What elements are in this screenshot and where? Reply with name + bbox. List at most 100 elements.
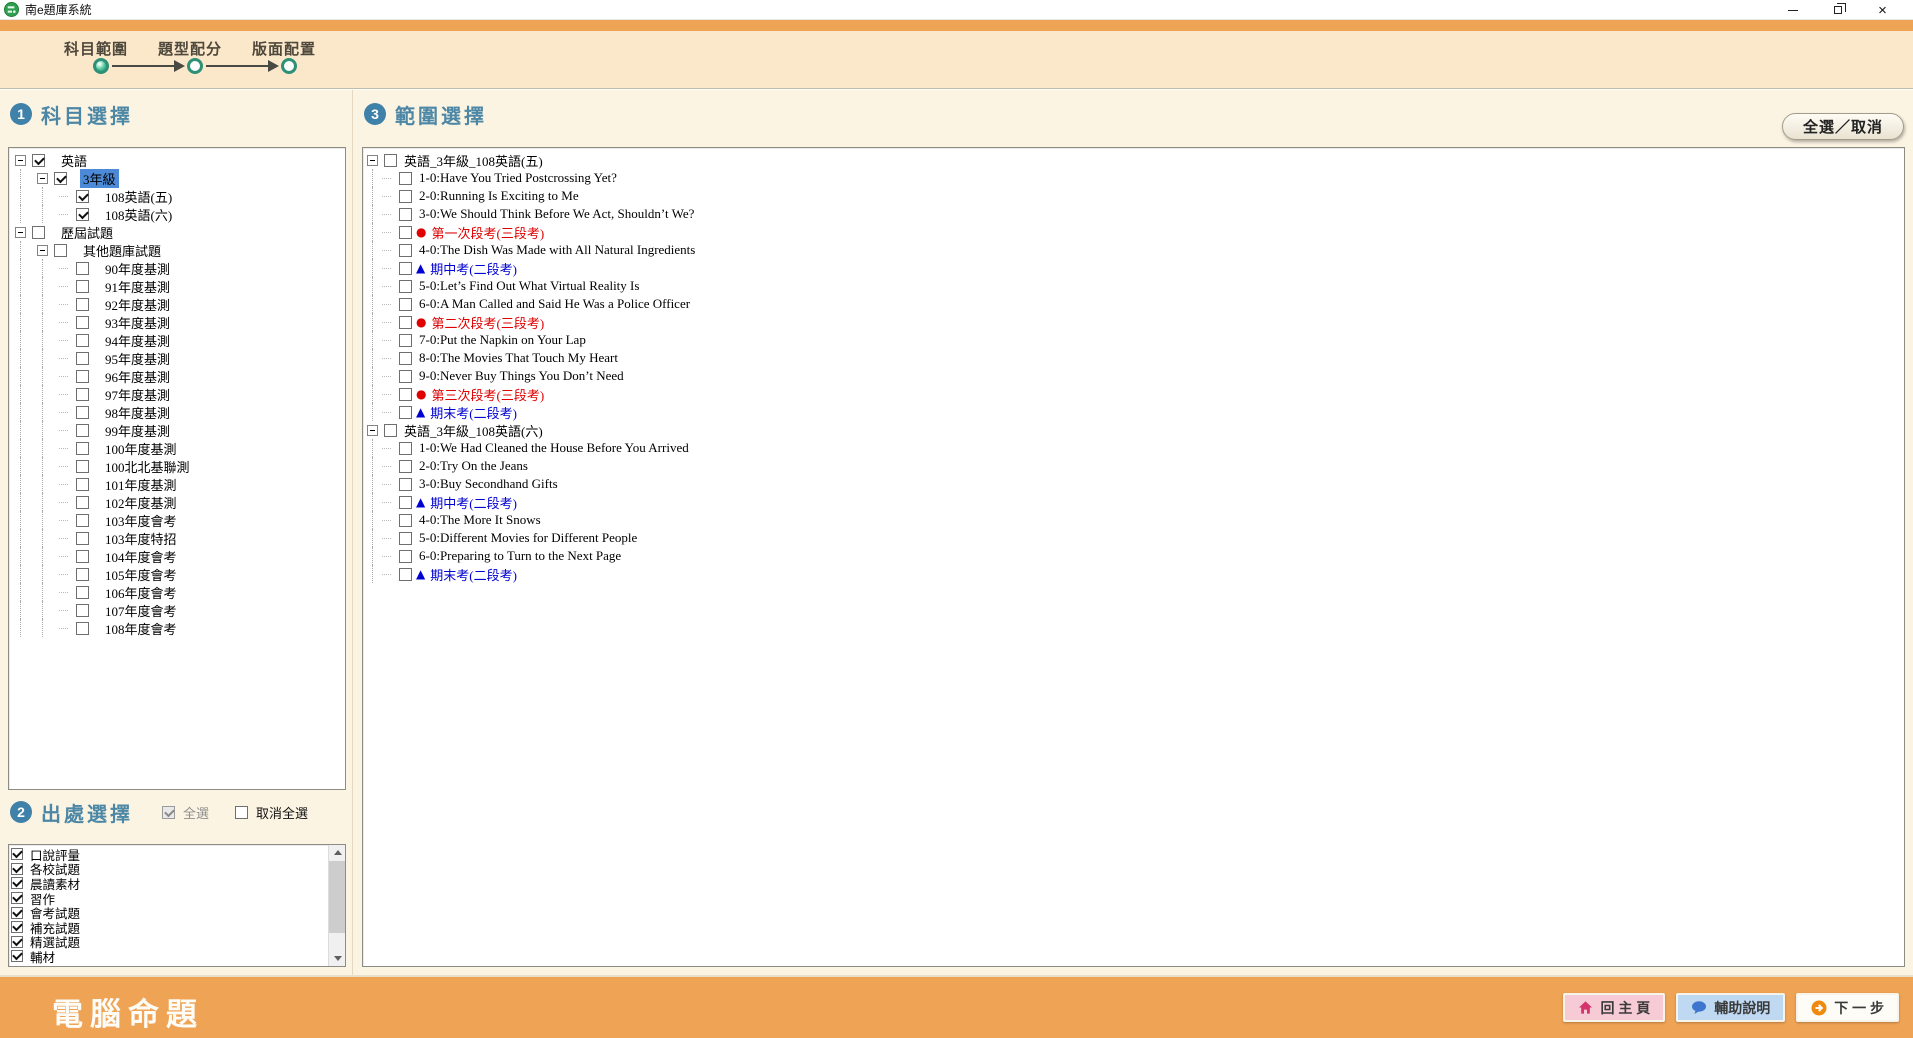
source-list-item[interactable]: 精選試題: [11, 935, 345, 950]
restore-button[interactable]: [1815, 0, 1860, 20]
checkbox-unchecked[interactable]: [399, 442, 412, 455]
checkbox-unchecked[interactable]: [76, 406, 89, 419]
scrollbar-down-button[interactable]: [329, 951, 346, 966]
tree-row[interactable]: 英語_3年級_108英語(五): [367, 151, 1904, 169]
tree-row[interactable]: ▲期末考(二段考): [367, 403, 1904, 421]
tree-row[interactable]: 英語: [15, 151, 345, 169]
select-all-checkbox-checked-disabled[interactable]: [162, 806, 175, 819]
tree-row[interactable]: 90年度基測: [15, 259, 345, 277]
tree-row[interactable]: 100年度基測: [15, 439, 345, 457]
checkbox-unchecked[interactable]: [399, 532, 412, 545]
tree-row[interactable]: 105年度會考: [15, 565, 345, 583]
expand-collapse-icon[interactable]: [367, 425, 378, 436]
tree-row[interactable]: ▲期中考(二段考): [367, 493, 1904, 511]
tree-row[interactable]: 2-0:Try On the Jeans: [367, 457, 1904, 475]
tree-row[interactable]: 99年度基測: [15, 421, 345, 439]
checkbox-unchecked[interactable]: [399, 550, 412, 563]
checkbox-checked[interactable]: [11, 936, 23, 948]
checkbox-unchecked[interactable]: [76, 262, 89, 275]
step-circle-3[interactable]: [281, 58, 297, 74]
tree-row[interactable]: 102年度基測: [15, 493, 345, 511]
checkbox-checked[interactable]: [11, 877, 23, 889]
checkbox-unchecked[interactable]: [399, 478, 412, 491]
checkbox-unchecked[interactable]: [399, 298, 412, 311]
tree-row[interactable]: 歷屆試題: [15, 223, 345, 241]
tree-row[interactable]: 91年度基測: [15, 277, 345, 295]
checkbox-unchecked[interactable]: [399, 334, 412, 347]
tree-row[interactable]: ▲期末考(二段考): [367, 565, 1904, 583]
checkbox-checked[interactable]: [54, 172, 67, 185]
checkbox-unchecked[interactable]: [76, 586, 89, 599]
checkbox-unchecked[interactable]: [399, 496, 412, 509]
scrollbar-thumb[interactable]: [329, 861, 346, 933]
close-button[interactable]: ×: [1860, 0, 1905, 20]
tree-row[interactable]: 3年級: [15, 169, 345, 187]
checkbox-unchecked[interactable]: [76, 550, 89, 563]
tree-row[interactable]: 5-0:Let’s Find Out What Virtual Reality …: [367, 277, 1904, 295]
minimize-button[interactable]: [1770, 0, 1815, 20]
checkbox-unchecked[interactable]: [76, 334, 89, 347]
checkbox-unchecked[interactable]: [399, 226, 412, 239]
checkbox-checked[interactable]: [11, 921, 23, 933]
checkbox-unchecked[interactable]: [76, 496, 89, 509]
expand-collapse-icon[interactable]: [367, 155, 378, 166]
tree-row[interactable]: 103年度特招: [15, 529, 345, 547]
checkbox-unchecked[interactable]: [54, 244, 67, 257]
checkbox-unchecked[interactable]: [76, 352, 89, 365]
tree-row[interactable]: ●第一次段考(三段考): [367, 223, 1904, 241]
tree-row[interactable]: 5-0:Different Movies for Different Peopl…: [367, 529, 1904, 547]
tree-row[interactable]: 1-0:Have You Tried Postcrossing Yet?: [367, 169, 1904, 187]
checkbox-checked[interactable]: [11, 907, 23, 919]
tree-row[interactable]: 9-0:Never Buy Things You Don’t Need: [367, 367, 1904, 385]
tree-row[interactable]: 其他題庫試題: [15, 241, 345, 259]
checkbox-unchecked[interactable]: [399, 568, 412, 581]
checkbox-unchecked[interactable]: [76, 532, 89, 545]
tree-row[interactable]: 7-0:Put the Napkin on Your Lap: [367, 331, 1904, 349]
checkbox-unchecked[interactable]: [76, 280, 89, 293]
expand-collapse-icon[interactable]: [37, 245, 48, 256]
checkbox-unchecked[interactable]: [399, 352, 412, 365]
checkbox-unchecked[interactable]: [399, 190, 412, 203]
tree-row[interactable]: 92年度基測: [15, 295, 345, 313]
tree-row[interactable]: ●第三次段考(三段考): [367, 385, 1904, 403]
tree-row[interactable]: 108英語(六): [15, 205, 345, 223]
tree-row[interactable]: 1-0:We Had Cleaned the House Before You …: [367, 439, 1904, 457]
tree-row[interactable]: 96年度基測: [15, 367, 345, 385]
checkbox-checked[interactable]: [76, 208, 89, 221]
help-button[interactable]: 輔助說明: [1676, 993, 1785, 1022]
expand-collapse-icon[interactable]: [15, 227, 26, 238]
checkbox-unchecked[interactable]: [399, 208, 412, 221]
expand-collapse-icon[interactable]: [37, 173, 48, 184]
checkbox-checked[interactable]: [11, 848, 23, 860]
checkbox-unchecked[interactable]: [399, 262, 412, 275]
checkbox-unchecked[interactable]: [399, 280, 412, 293]
tree-row[interactable]: 2-0:Running Is Exciting to Me: [367, 187, 1904, 205]
select-all-toggle-button[interactable]: 全選／取消: [1782, 113, 1904, 140]
checkbox-checked[interactable]: [76, 190, 89, 203]
tree-row[interactable]: 104年度會考: [15, 547, 345, 565]
checkbox-unchecked[interactable]: [399, 316, 412, 329]
deselect-all-checkbox-unchecked[interactable]: [235, 806, 248, 819]
tree-row[interactable]: 6-0:A Man Called and Said He Was a Polic…: [367, 295, 1904, 313]
tree-row[interactable]: 4-0:The Dish Was Made with All Natural I…: [367, 241, 1904, 259]
tree-row[interactable]: ●第二次段考(三段考): [367, 313, 1904, 331]
tree-row[interactable]: 3-0:We Should Think Before We Act, Shoul…: [367, 205, 1904, 223]
checkbox-checked[interactable]: [11, 863, 23, 875]
tree-row[interactable]: ▲期中考(二段考): [367, 259, 1904, 277]
tree-row[interactable]: 95年度基測: [15, 349, 345, 367]
tree-row[interactable]: 100北北基聯測: [15, 457, 345, 475]
tree-row[interactable]: 94年度基測: [15, 331, 345, 349]
checkbox-unchecked[interactable]: [384, 154, 397, 167]
tree-row[interactable]: 93年度基測: [15, 313, 345, 331]
step-circle-2[interactable]: [187, 58, 203, 74]
tree-row[interactable]: 106年度會考: [15, 583, 345, 601]
checkbox-unchecked[interactable]: [384, 424, 397, 437]
tree-row[interactable]: 8-0:The Movies That Touch My Heart: [367, 349, 1904, 367]
vertical-scrollbar[interactable]: [328, 845, 345, 966]
checkbox-unchecked[interactable]: [32, 226, 45, 239]
checkbox-unchecked[interactable]: [76, 604, 89, 617]
tree-row[interactable]: 6-0:Preparing to Turn to the Next Page: [367, 547, 1904, 565]
checkbox-unchecked[interactable]: [76, 388, 89, 401]
tree-row[interactable]: 97年度基測: [15, 385, 345, 403]
tree-row[interactable]: 英語_3年級_108英語(六): [367, 421, 1904, 439]
